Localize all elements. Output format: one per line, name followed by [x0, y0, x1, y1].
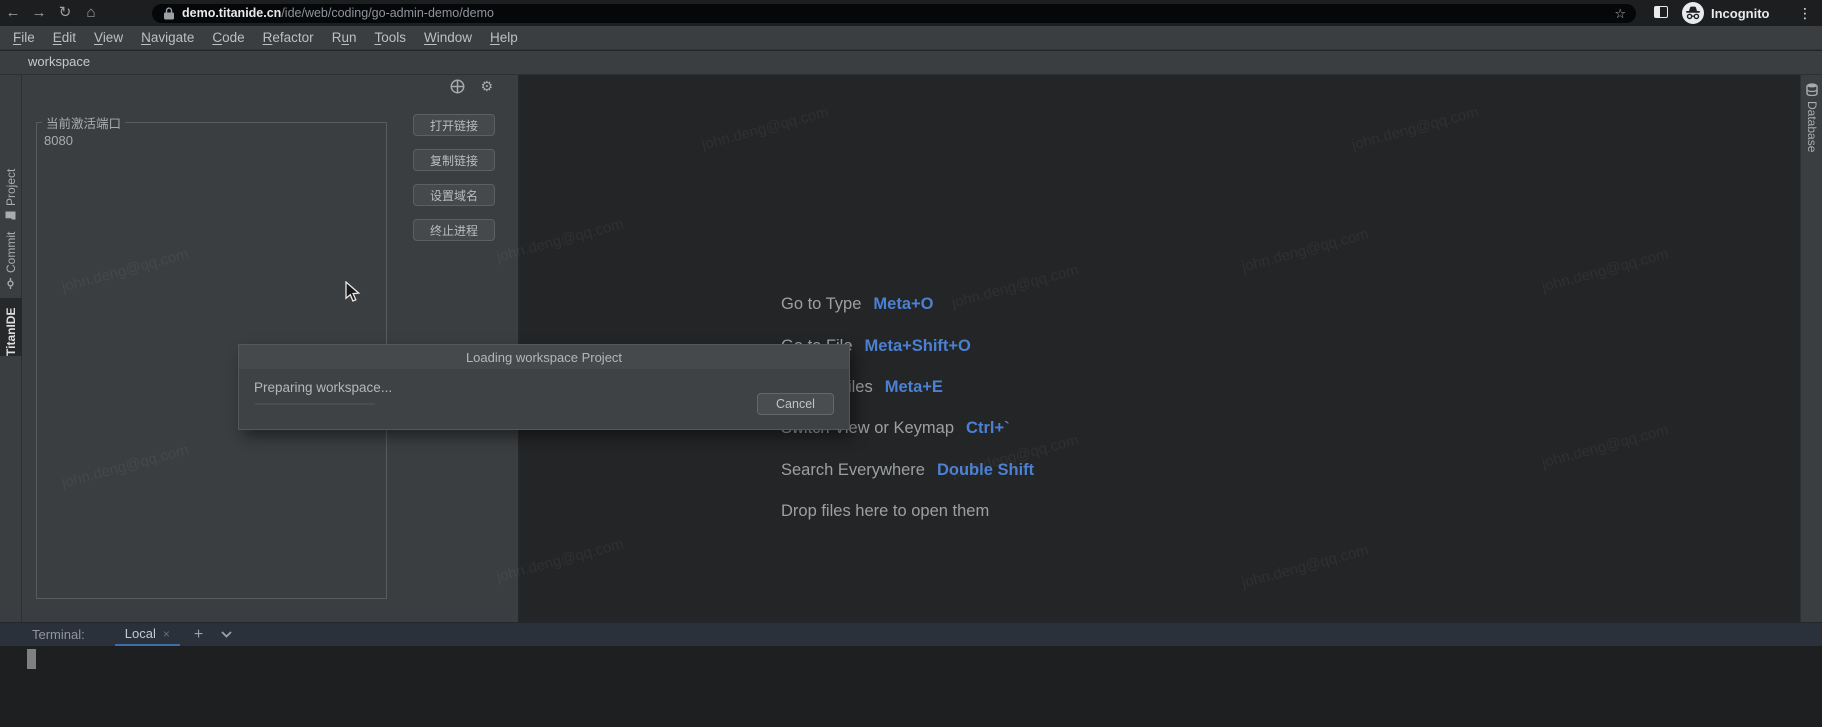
shortcut-label: Search Everywhere	[781, 461, 925, 480]
sidebar-item-commit[interactable]: Commit	[0, 231, 22, 289]
port-action-button-3[interactable]: 终止进程	[413, 219, 495, 241]
terminal-tab-local[interactable]: Local ×	[115, 623, 180, 646]
port-action-button-1[interactable]: 复制链接	[413, 149, 495, 171]
folder-icon	[6, 211, 17, 221]
progress-bar	[255, 403, 375, 405]
chevron-down-icon[interactable]	[221, 631, 232, 638]
terminal-tab-label: Local	[125, 626, 156, 641]
browser-menu-icon[interactable]: ⋮	[1798, 0, 1812, 26]
shortcut-keys: Ctrl+`	[966, 419, 1010, 438]
shortcut-keys: Meta+Shift+O	[865, 337, 971, 356]
database-icon	[1805, 83, 1819, 96]
dialog-title-bar[interactable]: Loading workspace Project	[239, 345, 849, 369]
incognito-icon	[1682, 2, 1704, 24]
port-action-button-2[interactable]: 设置域名	[413, 184, 495, 206]
port-actions: 打开链接复制链接设置域名终止进程	[413, 114, 495, 241]
sidebar-item-label: TitanIDE	[4, 308, 18, 356]
dialog-message: Preparing workspace...	[254, 380, 392, 395]
port-action-button-0[interactable]: 打开链接	[413, 114, 495, 136]
side-panel-icon[interactable]	[1654, 6, 1668, 18]
sidebar-item-label: Commit	[4, 232, 18, 273]
back-icon[interactable]: ←	[0, 0, 26, 26]
url-path: /ide/web/coding/go-admin-demo/demo	[281, 6, 494, 20]
forward-icon[interactable]: →	[26, 0, 52, 26]
shortcut-hint-line: Drop files here to open them	[781, 491, 1034, 532]
workspace-tab[interactable]: workspace	[28, 54, 90, 69]
menu-edit[interactable]: Edit	[44, 30, 85, 45]
incognito-label: Incognito	[1711, 6, 1770, 21]
close-icon[interactable]: ×	[163, 627, 170, 641]
shortcut-hint-line: Go to Type Meta+O	[781, 284, 1034, 325]
terminal-cursor	[27, 649, 36, 669]
menu-view[interactable]: View	[85, 30, 132, 45]
address-bar[interactable]: demo.titanide.cn/ide/web/coding/go-admin…	[152, 4, 1636, 23]
shortcut-label: Drop files here to open them	[781, 502, 989, 521]
cancel-button[interactable]: Cancel	[757, 393, 834, 415]
menu-window[interactable]: Window	[415, 30, 481, 45]
sidebar-item-label: Database	[1805, 101, 1819, 152]
active-ports-legend: 当前激活端口	[42, 113, 125, 132]
ide-menu-bar: FileEditViewNavigateCodeRefactorRunTools…	[0, 26, 1822, 50]
sidebar-item-database[interactable]: Database	[1801, 83, 1822, 152]
terminal-output[interactable]	[0, 646, 1822, 727]
menu-file[interactable]: File	[4, 30, 44, 45]
left-tool-stripe: Project Commit TitanIDE	[0, 75, 22, 622]
bookmark-star-icon[interactable]: ☆	[1614, 4, 1626, 23]
sidebar-item-label: Project	[4, 169, 18, 206]
reload-icon[interactable]: ↻	[52, 0, 78, 26]
dialog-title: Loading workspace Project	[466, 350, 622, 365]
loading-workspace-dialog: Loading workspace Project Preparing work…	[238, 344, 850, 430]
right-tool-stripe: Database	[1800, 75, 1822, 622]
new-terminal-icon[interactable]: +	[194, 626, 203, 644]
menu-tools[interactable]: Tools	[365, 30, 415, 45]
lock-icon	[164, 7, 174, 20]
sidebar-item-project[interactable]: Project	[0, 157, 22, 221]
shortcut-keys: Double Shift	[937, 461, 1034, 480]
shortcut-keys: Meta+E	[885, 378, 943, 397]
terminal-tab-bar: Terminal: Local × +	[0, 622, 1822, 646]
shortcut-label: Go to Type	[781, 295, 861, 314]
incognito-badge: Incognito	[1682, 2, 1770, 24]
dialog-body: Preparing workspace... Cancel	[239, 369, 849, 429]
port-item[interactable]: 8080	[44, 133, 386, 148]
terminal-label: Terminal:	[32, 627, 85, 642]
menu-run[interactable]: Run	[323, 30, 366, 45]
menu-navigate[interactable]: Navigate	[132, 30, 203, 45]
sidebar-item-titanide[interactable]: TitanIDE	[0, 298, 22, 356]
home-icon[interactable]: ⌂	[78, 0, 104, 26]
url-domain: demo.titanide.cn	[182, 6, 281, 20]
globe-icon[interactable]	[450, 79, 465, 94]
tool-window-header: ⚙	[450, 79, 508, 94]
menu-help[interactable]: Help	[481, 30, 527, 45]
shortcut-keys: Meta+O	[873, 295, 933, 314]
project-tab-bar: workspace	[0, 51, 1822, 75]
menu-refactor[interactable]: Refactor	[254, 30, 323, 45]
menu-code[interactable]: Code	[203, 30, 253, 45]
browser-toolbar: ← → ↻ ⌂ demo.titanide.cn/ide/web/coding/…	[0, 0, 1822, 26]
commit-icon	[6, 278, 17, 289]
gear-icon[interactable]: ⚙	[480, 80, 493, 94]
shortcut-hint-line: Search Everywhere Double Shift	[781, 450, 1034, 491]
